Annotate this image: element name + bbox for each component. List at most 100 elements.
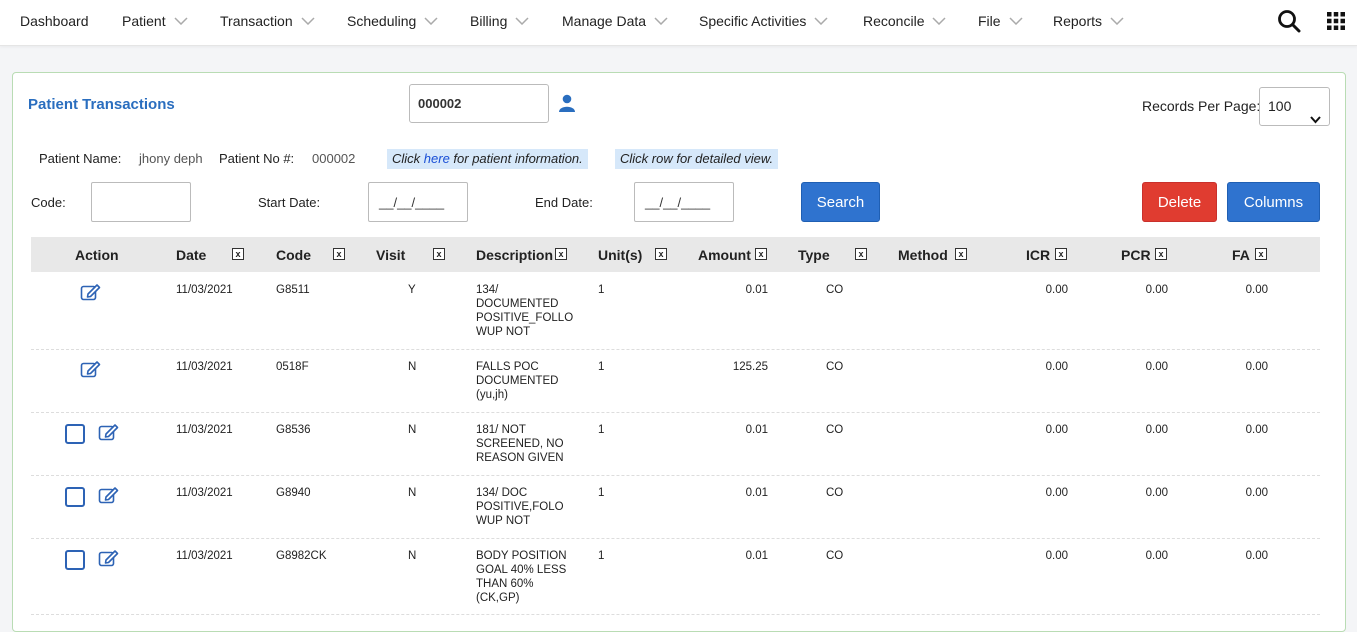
remove-column-units[interactable]: x: [655, 248, 667, 260]
edit-icon[interactable]: [80, 359, 102, 384]
col-icr[interactable]: ICR: [1026, 237, 1050, 272]
chevron-down-icon: [301, 0, 315, 41]
col-type[interactable]: Type: [798, 237, 830, 272]
remove-column-icr[interactable]: x: [1055, 248, 1067, 260]
nav-scheduling[interactable]: Scheduling: [347, 0, 438, 42]
end-date-input[interactable]: __/__/____: [634, 182, 734, 222]
nav-patient[interactable]: Patient: [122, 0, 188, 42]
cell-description: FALLS POC DOCUMENTED (yu,jh): [476, 361, 559, 401]
code-input[interactable]: [91, 182, 191, 222]
nav-manage-data[interactable]: Manage Data: [562, 0, 668, 42]
search-button[interactable]: Search: [801, 182, 880, 222]
nav-label: Reports: [1053, 13, 1103, 29]
col-pcr[interactable]: PCR: [1121, 237, 1151, 272]
nav-label: Specific Activities: [699, 13, 807, 29]
search-icon[interactable]: [1277, 9, 1301, 38]
cell-type: CO: [826, 284, 844, 296]
remove-column-fa[interactable]: x: [1255, 248, 1267, 260]
user-icon[interactable]: [558, 94, 576, 117]
col-action: Action: [75, 247, 119, 263]
edit-icon[interactable]: [98, 485, 120, 510]
cell-pcr: 0.00: [1145, 361, 1168, 373]
table-row[interactable]: 11/03/2021 G8536 N 181/ NOT SCREENED, NO…: [31, 413, 1320, 476]
cell-amount: 0.01: [745, 487, 768, 499]
col-units[interactable]: Unit(s): [598, 237, 642, 272]
row-checkbox[interactable]: [65, 487, 85, 507]
nav-dashboard[interactable]: Dashboard: [20, 0, 89, 42]
nav-file[interactable]: File: [978, 0, 1023, 42]
cell-date: 11/03/2021: [176, 487, 233, 499]
nav-billing[interactable]: Billing: [470, 0, 529, 42]
table-row[interactable]: 11/03/2021 G8982CK N BODY POSITION GOAL …: [31, 539, 1320, 615]
records-per-page-select[interactable]: 100: [1259, 87, 1330, 126]
remove-column-code[interactable]: x: [333, 248, 345, 260]
table-row[interactable]: 11/03/2021 0518F N FALLS POC DOCUMENTED …: [31, 350, 1320, 413]
cell-type: CO: [826, 550, 844, 562]
cell-units: 1: [598, 424, 605, 436]
cell-date: 11/03/2021: [176, 361, 233, 373]
col-code[interactable]: Code: [276, 237, 311, 272]
edit-icon[interactable]: [98, 548, 120, 573]
chevron-down-icon: [1310, 101, 1321, 138]
remove-column-pcr[interactable]: x: [1155, 248, 1167, 260]
cell-description: BODY POSITION GOAL 40% LESS THAN 60% (CK…: [476, 550, 567, 604]
grid-menu-icon[interactable]: [1327, 12, 1345, 35]
remove-column-visit[interactable]: x: [433, 248, 445, 260]
col-date[interactable]: Date: [176, 237, 206, 272]
cell-visit: Y: [408, 284, 416, 296]
col-description[interactable]: Description: [476, 237, 553, 272]
nav-transaction[interactable]: Transaction: [220, 0, 315, 42]
cell-fa: 0.00: [1245, 361, 1268, 373]
top-nav: Dashboard Patient Transaction Scheduling…: [0, 0, 1357, 46]
cell-amount: 0.01: [745, 284, 768, 296]
col-fa[interactable]: FA: [1232, 237, 1250, 272]
remove-column-amount[interactable]: x: [755, 248, 767, 260]
cell-description: 134/ DOC POSITIVE,FOLO WUP NOT: [476, 487, 564, 527]
table-row[interactable]: 11/03/2021 G8940 N 134/ DOC POSITIVE,FOL…: [31, 476, 1320, 539]
edit-icon[interactable]: [98, 422, 120, 447]
table-row[interactable]: 11/03/2021 G8511 Y 134/ DOCUMENTED POSIT…: [31, 272, 1320, 350]
nav-reconcile[interactable]: Reconcile: [863, 0, 947, 42]
remove-column-date[interactable]: x: [232, 248, 244, 260]
hint-text: for patient information.: [449, 151, 583, 166]
page-title: Patient Transactions: [28, 96, 175, 113]
nav-specific-activities[interactable]: Specific Activities: [699, 0, 828, 42]
cell-type: CO: [826, 361, 844, 373]
start-date-input[interactable]: __/__/____: [368, 182, 468, 222]
patient-no-value: 000002: [312, 151, 356, 166]
cell-icr: 0.00: [1045, 284, 1068, 296]
columns-button[interactable]: Columns: [1227, 182, 1320, 222]
patient-number-input[interactable]: [409, 84, 549, 123]
nav-label: Scheduling: [347, 13, 417, 29]
chevron-down-icon: [932, 0, 947, 41]
edit-icon[interactable]: [80, 282, 102, 307]
nav-label: File: [978, 13, 1001, 29]
row-checkbox[interactable]: [65, 424, 85, 444]
chevron-down-icon: [814, 0, 828, 41]
delete-button[interactable]: Delete: [1142, 182, 1217, 222]
remove-column-method[interactable]: x: [955, 248, 967, 260]
remove-column-description[interactable]: x: [555, 248, 567, 260]
cell-description: 181/ NOT SCREENED, NO REASON GIVEN: [476, 424, 564, 464]
cell-pcr: 0.00: [1145, 424, 1168, 436]
nav-label: Billing: [470, 13, 508, 29]
cell-units: 1: [598, 550, 605, 562]
row-checkbox[interactable]: [65, 550, 85, 570]
col-amount[interactable]: Amount: [698, 237, 751, 272]
cell-type: CO: [826, 424, 844, 436]
records-per-page-value: 100: [1268, 98, 1292, 114]
remove-column-type[interactable]: x: [855, 248, 867, 260]
end-date-label: End Date:: [535, 195, 593, 210]
cell-fa: 0.00: [1245, 424, 1268, 436]
col-method[interactable]: Method: [898, 237, 948, 272]
patient-info-link[interactable]: here: [424, 151, 450, 166]
cell-pcr: 0.00: [1145, 487, 1168, 499]
patient-name-label: Patient Name:: [39, 151, 122, 166]
col-visit[interactable]: Visit: [376, 237, 405, 272]
cell-description: 134/ DOCUMENTED POSITIVE_FOLLO WUP NOT: [476, 284, 574, 338]
chevron-down-icon: [654, 0, 668, 41]
cell-visit: N: [408, 424, 417, 436]
patient-name-value: jhony deph: [139, 151, 203, 166]
nav-reports[interactable]: Reports: [1053, 0, 1124, 42]
cell-code: 0518F: [276, 361, 309, 373]
